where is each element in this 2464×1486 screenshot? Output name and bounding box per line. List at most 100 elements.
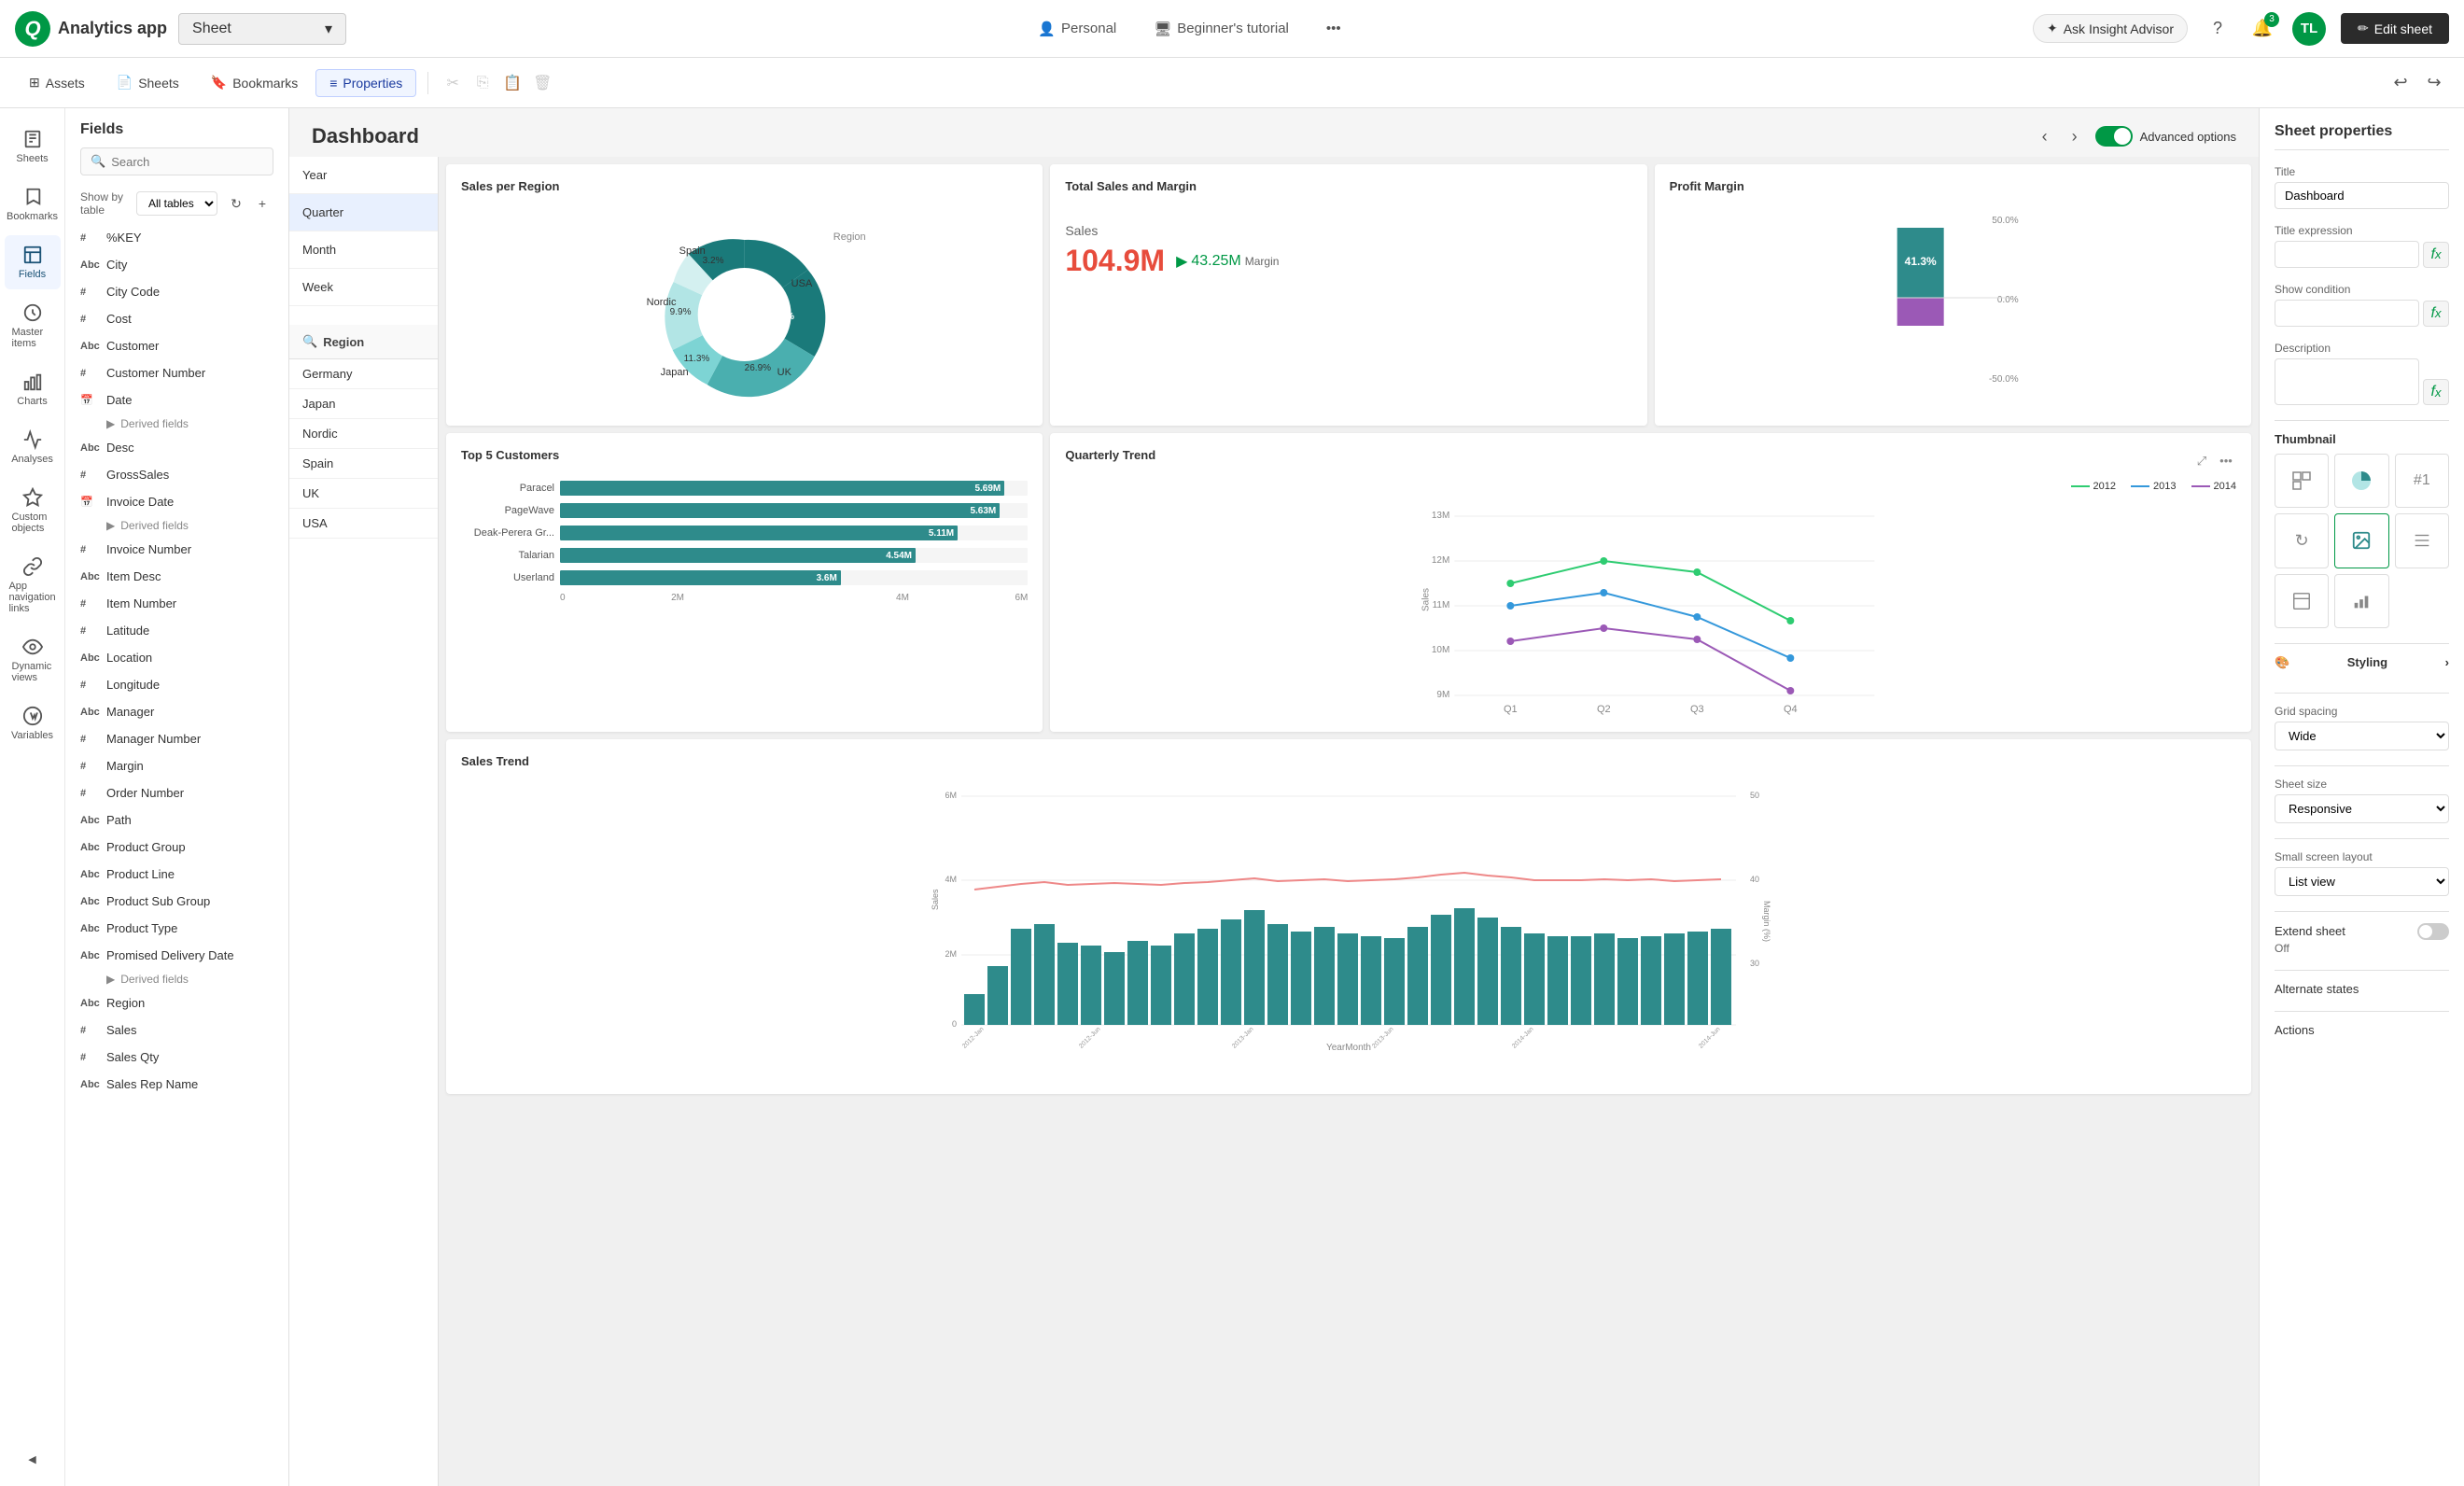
grid-spacing-select[interactable]: Wide [2275, 722, 2449, 750]
expression-editor-button[interactable]: fx [2423, 242, 2449, 268]
field-item[interactable]: # Manager Number [65, 725, 288, 752]
field-item[interactable]: # Item Number [65, 590, 288, 617]
sheet-selector[interactable]: Sheet ▾ [178, 13, 346, 45]
expand-chart-button[interactable]: ⤢ [2191, 451, 2212, 471]
sidebar-item-fields[interactable]: Fields [5, 235, 61, 289]
filter-quarter[interactable]: Quarter [289, 194, 438, 231]
small-screen-select[interactable]: List view [2275, 867, 2449, 896]
field-item[interactable]: Abc Sales Rep Name [65, 1071, 288, 1098]
sidebar-collapse-button[interactable]: ◀ [5, 1444, 61, 1475]
field-item[interactable]: 📅 Date [65, 386, 288, 414]
thumbnail-layout2[interactable] [2395, 513, 2449, 568]
field-item[interactable]: Abc Location [65, 644, 288, 671]
undo-button[interactable]: ↩ [2386, 68, 2415, 98]
cut-button[interactable]: ✂ [440, 70, 466, 96]
filter-nordic[interactable]: Nordic [289, 419, 438, 449]
field-item[interactable]: Abc Region [65, 989, 288, 1016]
thumbnail-bar-chart[interactable] [2334, 574, 2388, 628]
field-item[interactable]: Abc Item Desc [65, 563, 288, 590]
field-item[interactable]: # Invoice Number [65, 536, 288, 563]
field-item[interactable]: # Sales [65, 1016, 288, 1044]
more-options-button[interactable]: ••• [1319, 17, 1349, 40]
sidebar-item-custom-objects[interactable]: Custom objects [5, 478, 61, 543]
more-options-button[interactable]: ••• [2216, 451, 2236, 471]
field-item[interactable]: Abc Promised Delivery Date [65, 942, 288, 969]
title-expr-input[interactable] [2275, 241, 2419, 268]
filter-spain[interactable]: Spain [289, 449, 438, 479]
paste-button[interactable]: 📋 [499, 70, 525, 96]
field-item[interactable]: Abc Path [65, 806, 288, 834]
user-avatar[interactable]: TL [2292, 12, 2326, 46]
field-item[interactable]: Abc Product Group [65, 834, 288, 861]
bookmarks-tab[interactable]: 🔖 Bookmarks [197, 68, 312, 97]
field-item[interactable]: 📅 Invoice Date [65, 488, 288, 515]
advanced-options-toggle[interactable]: Advanced options [2095, 126, 2236, 147]
help-button[interactable]: ? [2203, 14, 2233, 44]
sheets-tab[interactable]: 📄 Sheets [103, 68, 193, 97]
field-item[interactable]: Abc Manager [65, 698, 288, 725]
field-item[interactable]: Abc Product Type [65, 915, 288, 942]
tutorial-button[interactable]: 🖥 Beginner's tutorial [1146, 17, 1296, 41]
personal-button[interactable]: 👤 Personal [1030, 17, 1124, 41]
edit-sheet-button[interactable]: ✏ Edit sheet [2341, 13, 2449, 44]
derived-fields-item[interactable]: ▶ Derived fields [65, 515, 288, 536]
insight-advisor-button[interactable]: ✦ Ask Insight Advisor [2033, 14, 2188, 43]
desc-expr-button[interactable]: fx [2423, 379, 2449, 405]
refresh-button[interactable]: ↻ [225, 192, 247, 215]
assets-button[interactable]: ⊞ Assets [15, 68, 99, 97]
sidebar-item-bookmarks[interactable]: Bookmarks [5, 177, 61, 231]
field-item[interactable]: # %KEY [65, 224, 288, 251]
title-input[interactable] [2275, 182, 2449, 209]
filter-year[interactable]: Year [289, 157, 438, 194]
field-item[interactable]: # City Code [65, 278, 288, 305]
properties-tab[interactable]: ≡ Properties [315, 69, 416, 97]
extend-sheet-toggle[interactable] [2417, 923, 2449, 940]
next-sheet-button[interactable]: › [2062, 123, 2088, 149]
field-item[interactable]: # GrossSales [65, 461, 288, 488]
thumbnail-pie-chart[interactable] [2334, 454, 2388, 508]
desc-input[interactable] [2275, 358, 2419, 405]
sidebar-item-sheets[interactable]: Sheets [5, 119, 61, 174]
filter-germany[interactable]: Germany [289, 359, 438, 389]
search-input[interactable] [111, 155, 263, 169]
field-item[interactable]: # Longitude [65, 671, 288, 698]
actions-link[interactable]: Actions [2275, 1023, 2449, 1037]
copy-button[interactable]: ⎘ [469, 70, 496, 96]
search-box[interactable]: 🔍 [80, 147, 273, 175]
derived-fields-item[interactable]: ▶ Derived fields [65, 414, 288, 434]
sheet-size-select[interactable]: Responsive [2275, 794, 2449, 823]
sidebar-item-charts[interactable]: Charts [5, 362, 61, 416]
field-item[interactable]: Abc Product Sub Group [65, 888, 288, 915]
thumbnail-hash[interactable]: #1 [2395, 454, 2449, 508]
field-item[interactable]: Abc Desc [65, 434, 288, 461]
field-item[interactable]: # Order Number [65, 779, 288, 806]
add-field-button[interactable]: + [251, 192, 273, 215]
filter-month[interactable]: Month [289, 231, 438, 269]
redo-button[interactable]: ↪ [2419, 68, 2449, 98]
thumbnail-empty1[interactable] [2275, 574, 2329, 628]
field-item[interactable]: Abc City [65, 251, 288, 278]
show-cond-expr-button[interactable]: fx [2423, 301, 2449, 327]
thumbnail-image-upload[interactable] [2334, 513, 2388, 568]
sidebar-item-dynamic-views[interactable]: Dynamic views [5, 627, 61, 693]
advanced-toggle-switch[interactable] [2095, 126, 2133, 147]
sidebar-item-app-nav[interactable]: App navigation links [5, 547, 61, 624]
filter-japan[interactable]: Japan [289, 389, 438, 419]
filter-uk[interactable]: UK [289, 479, 438, 509]
delete-button[interactable]: 🗑 [529, 70, 555, 96]
field-item[interactable]: # Margin [65, 752, 288, 779]
filter-usa[interactable]: USA [289, 509, 438, 539]
field-item[interactable]: Abc Customer [65, 332, 288, 359]
field-item[interactable]: # Customer Number [65, 359, 288, 386]
alternate-states-link[interactable]: Alternate states [2275, 982, 2449, 996]
filter-week[interactable]: Week [289, 269, 438, 306]
derived-fields-item[interactable]: ▶ Derived fields [65, 969, 288, 989]
table-select[interactable]: All tables [136, 191, 217, 216]
show-cond-input[interactable] [2275, 300, 2419, 327]
field-item[interactable]: Abc Product Line [65, 861, 288, 888]
field-item[interactable]: # Cost [65, 305, 288, 332]
sidebar-item-master-items[interactable]: Master items [5, 293, 61, 358]
sidebar-item-analyses[interactable]: Analyses [5, 420, 61, 474]
prev-sheet-button[interactable]: ‹ [2032, 123, 2058, 149]
notifications-button[interactable]: 🔔 3 [2247, 14, 2277, 44]
